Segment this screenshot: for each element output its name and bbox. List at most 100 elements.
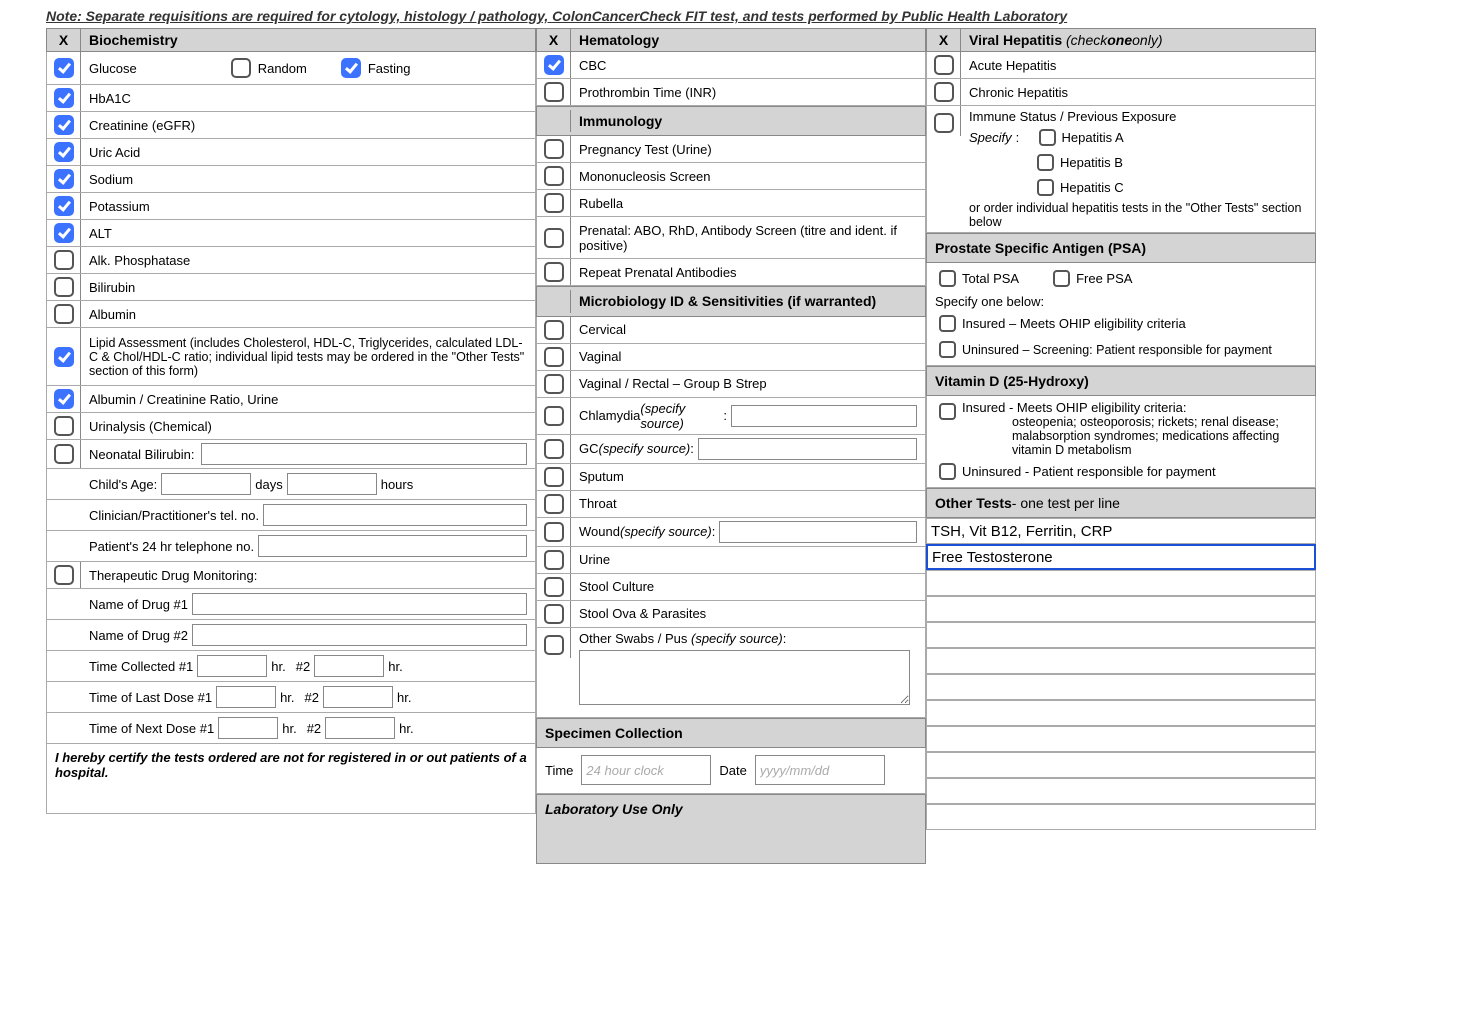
glucose-checkbox[interactable] (54, 58, 74, 78)
lipid-label: Lipid Assessment (includes Cholesterol, … (81, 328, 535, 385)
wound-src-input[interactable] (719, 521, 917, 543)
tdm-checkbox[interactable] (54, 565, 74, 585)
childage-label: Child's Age: (89, 477, 157, 492)
immunehep-checkbox[interactable] (934, 113, 954, 133)
vrgbs-checkbox[interactable] (544, 374, 564, 394)
otherswabs-checkbox[interactable] (544, 635, 564, 655)
pt-label: Prothrombin Time (INR) (571, 79, 925, 105)
psa-insured-checkbox[interactable] (939, 315, 956, 332)
acr-checkbox[interactable] (54, 389, 74, 409)
urinalysis-label: Urinalysis (Chemical) (81, 413, 535, 439)
other-line-9[interactable] (926, 726, 1316, 752)
other-line-2[interactable] (926, 544, 1316, 570)
drug2-input[interactable] (192, 624, 527, 646)
alt-checkbox[interactable] (54, 223, 74, 243)
specimen-time-input[interactable] (581, 755, 711, 785)
neobili-input[interactable] (201, 443, 527, 465)
uric-checkbox[interactable] (54, 142, 74, 162)
bilirubin-checkbox[interactable] (54, 277, 74, 297)
chronichep-checkbox[interactable] (934, 82, 954, 102)
urinalysis-checkbox[interactable] (54, 416, 74, 436)
hr-label-4: hr. (397, 690, 411, 705)
nextdose2-input[interactable] (325, 717, 395, 739)
sodium-checkbox[interactable] (54, 169, 74, 189)
cervical-label: Cervical (571, 317, 925, 343)
other-line-4[interactable] (926, 596, 1316, 622)
stoolcult-checkbox[interactable] (544, 577, 564, 597)
freepsa-checkbox[interactable] (1053, 270, 1070, 287)
neobili-checkbox[interactable] (54, 444, 74, 464)
glucose-label: Glucose (89, 61, 137, 76)
days-label: days (255, 477, 282, 492)
wound-checkbox[interactable] (544, 522, 564, 542)
repeat-checkbox[interactable] (544, 262, 564, 282)
specify-label: Specify (969, 130, 1012, 145)
hours-label: hours (381, 477, 414, 492)
mono-checkbox[interactable] (544, 166, 564, 186)
nextdose-label: Time of Next Dose #1 (89, 721, 214, 736)
psa-insured-label: Insured – Meets OHIP eligibility criteri… (962, 316, 1186, 331)
chlamydia-src-input[interactable] (731, 405, 917, 427)
vitd-uninsured-checkbox[interactable] (939, 463, 956, 480)
otherswabs-label: Other Swabs / Pus (579, 631, 691, 646)
other-line-7[interactable] (926, 674, 1316, 700)
gc-label: GC (579, 441, 599, 456)
patienttel-input[interactable] (258, 535, 527, 557)
other-line-10[interactable] (926, 752, 1316, 778)
sputum-checkbox[interactable] (544, 467, 564, 487)
vitd-insured-checkbox[interactable] (939, 403, 956, 420)
psa-uninsured-checkbox[interactable] (939, 341, 956, 358)
prenatal-checkbox[interactable] (544, 228, 564, 248)
vaginal-checkbox[interactable] (544, 347, 564, 367)
num2-label-3: #2 (307, 721, 321, 736)
urine-checkbox[interactable] (544, 550, 564, 570)
other-line-11[interactable] (926, 778, 1316, 804)
other-line-5[interactable] (926, 622, 1316, 648)
hepc-checkbox[interactable] (1037, 179, 1054, 196)
hepa-checkbox[interactable] (1039, 129, 1056, 146)
cervical-checkbox[interactable] (544, 320, 564, 340)
hema-header: Hematology (571, 29, 925, 51)
childage-days-input[interactable] (161, 473, 251, 495)
pt-checkbox[interactable] (544, 82, 564, 102)
potassium-checkbox[interactable] (54, 196, 74, 216)
hr-label-1: hr. (271, 659, 285, 674)
other-line-8[interactable] (926, 700, 1316, 726)
rubella-checkbox[interactable] (544, 193, 564, 213)
alkphos-checkbox[interactable] (54, 250, 74, 270)
num2-label-1: #2 (296, 659, 310, 674)
other-line-12[interactable] (926, 804, 1316, 830)
acutehep-checkbox[interactable] (934, 55, 954, 75)
otherswabs-textarea[interactable] (579, 650, 910, 705)
timecoll1-input[interactable] (197, 655, 267, 677)
cbc-checkbox[interactable] (544, 55, 564, 75)
random-label: Random (258, 61, 307, 76)
lastdose1-input[interactable] (216, 686, 276, 708)
albumin-checkbox[interactable] (54, 304, 74, 324)
gc-src-input[interactable] (698, 438, 917, 460)
creatinine-checkbox[interactable] (54, 115, 74, 135)
lipid-checkbox[interactable] (54, 347, 74, 367)
random-checkbox[interactable] (231, 58, 251, 78)
vitd-criteria: osteopenia; osteoporosis; rickets; renal… (1012, 415, 1307, 457)
preg-checkbox[interactable] (544, 139, 564, 159)
gc-checkbox[interactable] (544, 439, 564, 459)
other-line-6[interactable] (926, 648, 1316, 674)
lastdose2-input[interactable] (323, 686, 393, 708)
childage-hours-input[interactable] (287, 473, 377, 495)
other-line-3[interactable] (926, 570, 1316, 596)
fasting-checkbox[interactable] (341, 58, 361, 78)
cliniciantel-input[interactable] (263, 504, 527, 526)
stoolova-checkbox[interactable] (544, 604, 564, 624)
throat-checkbox[interactable] (544, 494, 564, 514)
hba1c-checkbox[interactable] (54, 88, 74, 108)
other-line-1[interactable] (926, 518, 1316, 544)
drug1-input[interactable] (192, 593, 527, 615)
totalpsa-checkbox[interactable] (939, 270, 956, 287)
nextdose1-input[interactable] (218, 717, 278, 739)
timecoll2-input[interactable] (314, 655, 384, 677)
specimen-date-input[interactable] (755, 755, 885, 785)
chlamydia-checkbox[interactable] (544, 406, 564, 426)
wound-src-label: (specify source) (620, 524, 712, 539)
hepb-checkbox[interactable] (1037, 154, 1054, 171)
